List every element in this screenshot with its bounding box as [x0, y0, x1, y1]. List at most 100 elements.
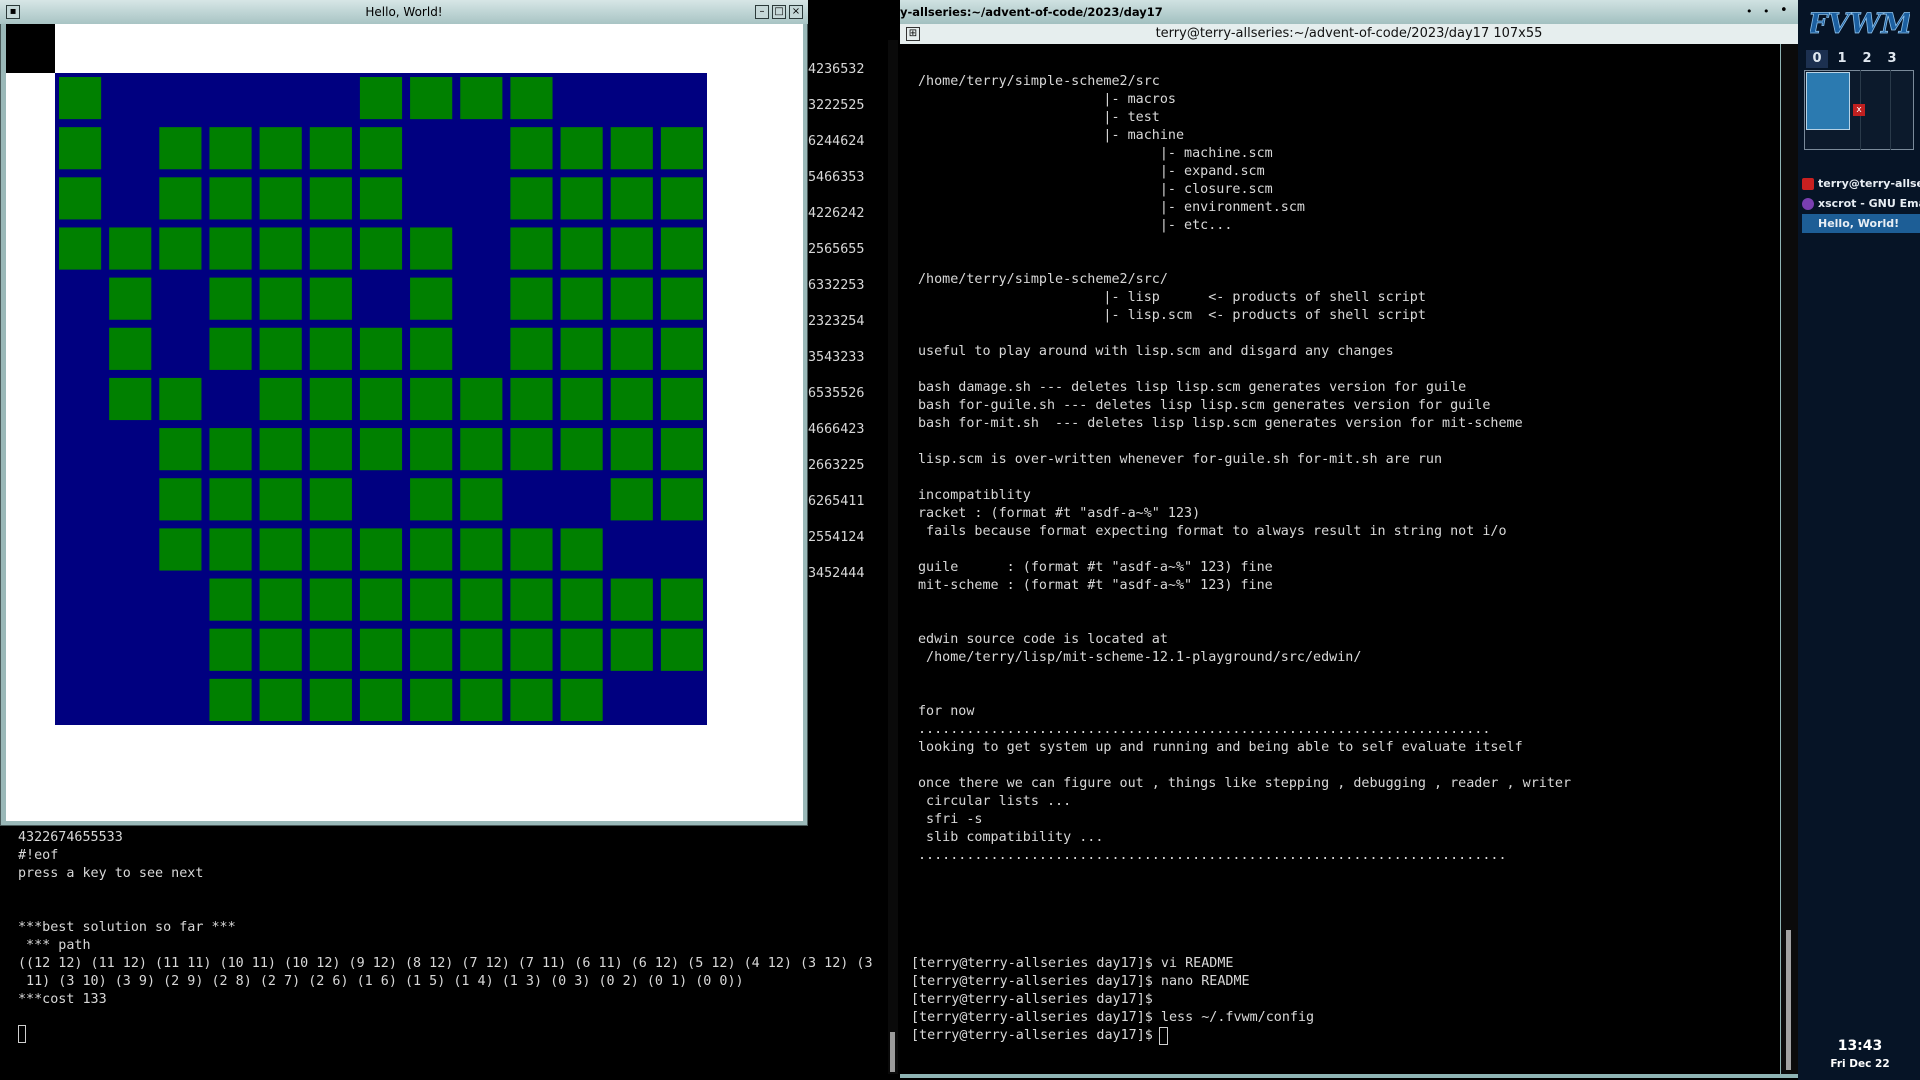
grid-cell [259, 578, 302, 621]
grid-cell [309, 327, 352, 370]
output-line: #!eof [18, 848, 59, 863]
grid-cell [259, 327, 302, 370]
grid-cell [359, 377, 403, 421]
grid-cell [610, 327, 653, 370]
grid-cell [560, 327, 603, 370]
grid-cell [359, 628, 403, 671]
grid-cell [359, 678, 403, 721]
grid-cell [309, 127, 352, 170]
maximize-icon[interactable]: □ [772, 5, 786, 19]
grid-cell [159, 377, 202, 421]
grid-cell [410, 628, 453, 671]
pager-close-icon[interactable]: x [1853, 104, 1865, 116]
hello-world-canvas[interactable] [6, 24, 803, 821]
svg-text:FVWM: FVWM [1810, 7, 1910, 40]
desk-button-0[interactable]: 0 [1806, 50, 1828, 68]
right-terminal-scroll-thumb[interactable] [1786, 930, 1791, 1070]
grid-cell [510, 578, 553, 621]
taskbar-item-hello-world[interactable]: Hello, World! [1802, 214, 1920, 233]
taskbar-item-emacs[interactable]: xscrot - GNU Ema [1802, 194, 1920, 213]
prompt-line: [terry@terry-allseries day17]$ [911, 1028, 1161, 1043]
grid-cell [510, 327, 553, 370]
grid-cell [259, 528, 302, 571]
grid-cell [460, 77, 503, 120]
grid-cell [610, 127, 653, 170]
grid-cell [560, 678, 603, 721]
grid-cell [309, 227, 352, 270]
desk-button-1[interactable]: 1 [1831, 50, 1853, 68]
prompt-line: [terry@terry-allseries day17]$ [911, 992, 1153, 1007]
right-terminal-scrollbar[interactable] [1781, 44, 1798, 1074]
grid-cell [610, 428, 653, 471]
grid-cell [510, 77, 553, 120]
grid-cell [510, 277, 553, 320]
grid-number-line: 6265411 [808, 494, 865, 509]
grid-cell [410, 578, 453, 621]
grid-cell [359, 127, 403, 170]
grid-cell [510, 377, 553, 421]
grid-cell [209, 678, 252, 721]
grid-cell [510, 428, 553, 471]
grid-cell [209, 428, 252, 471]
grid-number-line: 2663225 [808, 458, 865, 473]
maximize-icon[interactable]: • [1763, 5, 1770, 18]
grid-cell [309, 177, 352, 220]
grid-cell [209, 528, 252, 571]
grid-cell [359, 528, 403, 571]
grid-cell [660, 327, 703, 370]
grid-cell [510, 227, 553, 270]
pager-window-thumbnail[interactable] [1806, 72, 1850, 130]
grid-cell [460, 528, 503, 571]
taskbar-item-terminal[interactable]: terry@terry-allser [1802, 174, 1920, 193]
grid-cell [510, 628, 553, 671]
output-line: 11) (3 10) (3 9) (2 9) (2 8) (2 7) (2 6)… [18, 974, 744, 989]
right-terminal-titlebar[interactable]: y-allseries:~/advent-of-code/2023/day17 … [900, 0, 1798, 24]
minimize-icon[interactable]: • [1746, 5, 1753, 18]
close-icon[interactable]: × [789, 5, 803, 19]
grid-cell [309, 428, 352, 471]
grid-number-line: 4226242 [808, 206, 865, 221]
grid-cell [660, 227, 703, 270]
grid-cell [309, 628, 352, 671]
desk-button-3[interactable]: 3 [1881, 50, 1903, 68]
left-terminal-scrollbar[interactable] [888, 40, 898, 1074]
grid-cell [510, 127, 553, 170]
black-square [6, 24, 55, 73]
terminal-output: 4322674655533 #!eof press a key to see nex… [18, 829, 878, 1009]
emacs-icon [1802, 198, 1814, 210]
grid-cell [359, 77, 403, 120]
grid-cell [159, 478, 202, 521]
grid-number-line: 6332253 [808, 278, 865, 293]
grid-cell [610, 377, 653, 421]
grid-cell [410, 377, 453, 421]
grid-cell [259, 628, 302, 671]
grid-cell [560, 377, 603, 421]
grid-cell [159, 428, 202, 471]
grid-number-line: 2323254 [808, 314, 865, 329]
desk-switcher: 0 1 2 3 [1806, 50, 1914, 68]
prompt-line: [terry@terry-allseries day17]$ vi README [911, 956, 1234, 971]
window-menu-button[interactable]: ▪ [6, 5, 20, 19]
output-line: press a key to see next [18, 866, 204, 881]
grid-cell [610, 277, 653, 320]
task-label: terry@terry-allser [1818, 177, 1920, 190]
left-terminal-scroll-thumb[interactable] [890, 1032, 895, 1072]
close-icon[interactable]: • [1780, 3, 1788, 18]
grid-cell [59, 77, 102, 120]
terminal-cursor [1159, 1027, 1168, 1045]
grid-number-line: 2565655 [808, 242, 865, 257]
grid-number-line: 4236532 [808, 62, 865, 77]
grid-cell [610, 628, 653, 671]
window-title: Hello, World! [365, 5, 443, 19]
terminal-icon [1802, 178, 1814, 190]
minimize-icon[interactable]: – [755, 5, 769, 19]
grid-cell [660, 478, 703, 521]
grid-cell [560, 428, 603, 471]
desk-button-2[interactable]: 2 [1856, 50, 1878, 68]
grid-cell [410, 227, 453, 270]
grid-cell [209, 327, 252, 370]
grid-cell [460, 628, 503, 671]
hello-world-titlebar[interactable]: Hello, World! ▪ – □ × [0, 0, 808, 24]
shell-prompts: [terry@terry-allseries day17]$ vi README… [911, 955, 1314, 1045]
output-line: *** path [18, 938, 91, 953]
